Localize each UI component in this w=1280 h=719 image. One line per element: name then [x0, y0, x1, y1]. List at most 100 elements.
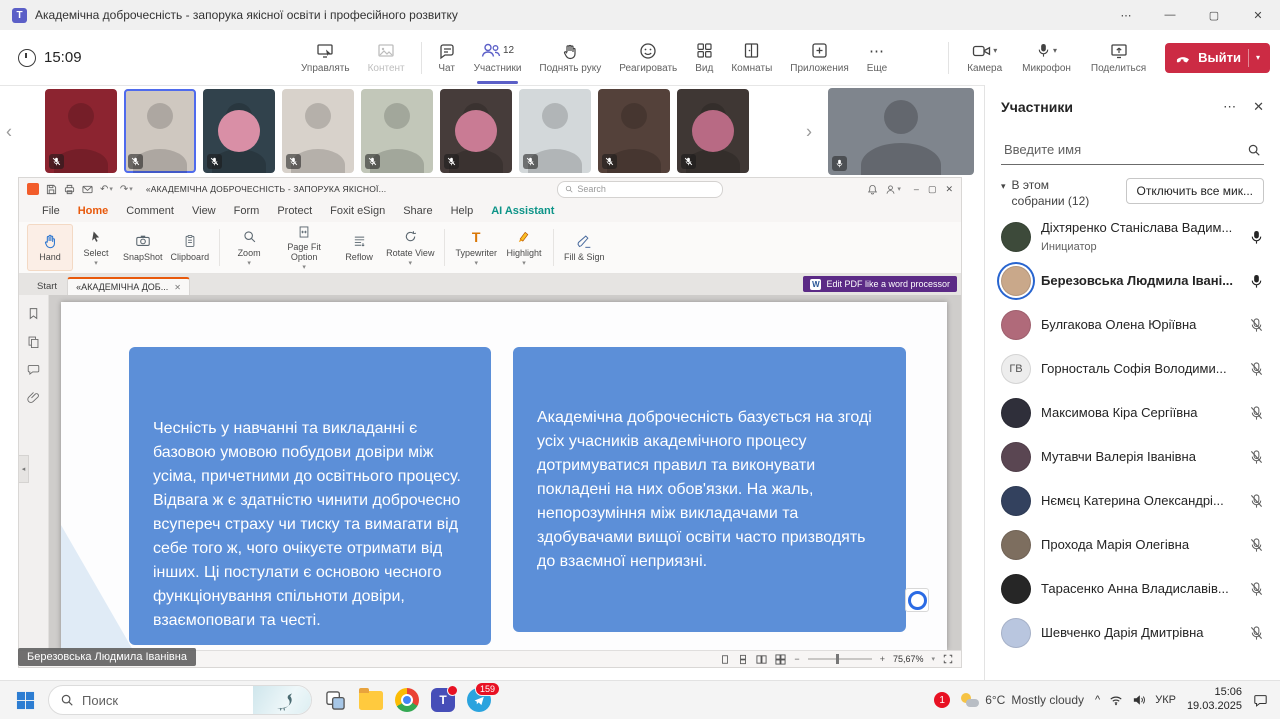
tab-close-icon[interactable]: ✕ [174, 283, 181, 292]
participant-row[interactable]: Булгакова Олена Юріївна [1001, 303, 1264, 347]
search-highlight-image[interactable] [253, 686, 311, 714]
pdf-menu-item[interactable]: View [183, 200, 225, 222]
leave-caret-icon[interactable]: ▾ [1256, 53, 1260, 62]
hidden-icons-chevron[interactable]: ^ [1095, 694, 1100, 706]
edit-pdf-banner[interactable]: WEdit PDF like a word processor [803, 276, 957, 292]
speaker-video-tile[interactable] [828, 88, 974, 175]
video-tile[interactable] [45, 89, 117, 173]
apps-button[interactable]: Приложения [781, 37, 858, 78]
participants-button[interactable]: 12 Участники [465, 37, 531, 78]
page-fit-button[interactable]: Page Fit Option▾ [272, 224, 336, 271]
pdf-menu-item[interactable]: Share [394, 200, 441, 222]
comments-icon[interactable] [27, 363, 40, 376]
participant-row[interactable]: Тарасенко Анна Владиславів... [1001, 567, 1264, 611]
zoom-level[interactable]: 75,67% [893, 654, 924, 664]
strip-scroll-right-icon[interactable]: › [806, 121, 812, 142]
panel-more-icon[interactable]: ⋯ [1223, 99, 1236, 115]
fullscreen-icon[interactable] [943, 654, 953, 664]
weather-widget[interactable]: 6°C Mostly cloudy [961, 693, 1084, 707]
participant-row[interactable]: Прохода Марія Олегівна [1001, 523, 1264, 567]
snapshot-tool-button[interactable]: SnapShot [119, 224, 167, 271]
continuous-view-icon[interactable] [738, 654, 748, 665]
pdf-menu-item[interactable]: Help [442, 200, 483, 222]
reflow-tool-button[interactable]: Reflow [336, 224, 382, 271]
zoom-in-icon[interactable]: + [880, 654, 885, 664]
hand-tool-button[interactable]: Hand [27, 224, 73, 271]
start-button[interactable] [12, 687, 38, 713]
zoom-out-icon[interactable]: − [794, 654, 799, 664]
rotate-view-button[interactable]: Rotate View▾ [382, 224, 438, 271]
participant-row[interactable]: Березовська Людмила Івані... [1001, 259, 1264, 303]
task-view-button[interactable] [322, 687, 348, 713]
grid-view-icon[interactable] [775, 654, 786, 665]
network-icon[interactable] [1109, 694, 1123, 706]
video-tile[interactable] [677, 89, 749, 173]
chrome-button[interactable] [394, 687, 420, 713]
pdf-menu-item[interactable]: Comment [117, 200, 183, 222]
mic-muted-icon[interactable] [1249, 362, 1264, 377]
zoom-caret-icon[interactable]: ▾ [931, 655, 935, 663]
bookmarks-icon[interactable] [27, 307, 40, 320]
notifications-bell-icon[interactable] [867, 184, 878, 195]
camera-button[interactable]: ▾ Камера [958, 37, 1011, 78]
pages-icon[interactable] [27, 335, 40, 348]
language-indicator[interactable]: УКР [1155, 694, 1176, 706]
participant-row[interactable]: Максимова Кіра Сергіївна [1001, 391, 1264, 435]
teams-taskbar-button[interactable]: T [430, 687, 456, 713]
window-more-icon[interactable]: ⋯ [1104, 0, 1148, 30]
participant-row[interactable]: Мутавчи Валерія Іванівна [1001, 435, 1264, 479]
pdf-search-input[interactable]: Search [557, 181, 723, 198]
participant-row[interactable]: ГВ Горносталь Софія Володими... [1001, 347, 1264, 391]
taskbar-search-input[interactable]: Поиск [48, 685, 312, 715]
pdf-menu-item[interactable]: Protect [268, 200, 321, 222]
redo-icon[interactable]: ↷▾ [120, 184, 133, 195]
fill-sign-button[interactable]: Fill & Sign [560, 224, 609, 271]
mic-on-icon[interactable] [1249, 274, 1264, 289]
panel-close-icon[interactable]: ✕ [1253, 99, 1264, 115]
mic-muted-icon[interactable] [1249, 318, 1264, 333]
react-button[interactable]: Реагировать [610, 37, 686, 78]
rail-collapse-handle[interactable]: ◂ [19, 455, 29, 483]
manage-button[interactable]: Управлять [292, 37, 359, 78]
pdf-menu-item[interactable]: File [33, 200, 69, 222]
mic-muted-icon[interactable] [1249, 538, 1264, 553]
clipboard-tool-button[interactable]: Clipboard [167, 224, 214, 271]
video-tile[interactable] [440, 89, 512, 173]
video-tile[interactable] [598, 89, 670, 173]
select-tool-button[interactable]: Select▾ [73, 224, 119, 271]
pdf-restore-icon[interactable]: ▢ [928, 184, 937, 195]
camera-caret-icon[interactable]: ▾ [993, 46, 997, 55]
print-icon[interactable] [64, 184, 75, 195]
video-tile[interactable] [361, 89, 433, 173]
participant-row[interactable]: Шевченко Дарія Дмитрівна [1001, 611, 1264, 655]
document-tab[interactable]: «АКАДЕМІЧНА ДОБ...✕ [67, 277, 190, 295]
undo-icon[interactable]: ↶▾ [100, 184, 113, 195]
pdf-close-icon[interactable]: ✕ [945, 184, 953, 195]
facing-view-icon[interactable] [756, 654, 767, 665]
pdf-minimize-icon[interactable]: – [914, 184, 919, 194]
save-icon[interactable] [46, 184, 57, 195]
pdf-menu-item[interactable]: Home [69, 200, 118, 222]
mute-all-button[interactable]: Отключить все мик... [1126, 178, 1264, 204]
mic-muted-icon[interactable] [1249, 406, 1264, 421]
mic-on-icon[interactable] [1249, 230, 1264, 245]
mic-muted-icon[interactable] [1249, 450, 1264, 465]
account-icon[interactable]: ▾ [885, 184, 901, 195]
section-collapse-icon[interactable]: ▾ [1001, 181, 1006, 192]
video-tile[interactable] [203, 89, 275, 173]
video-tile[interactable] [124, 89, 196, 173]
zoom-slider[interactable] [808, 658, 872, 660]
typewriter-tool-button[interactable]: T Typewriter▾ [451, 224, 501, 271]
participant-row[interactable]: Діхтяренко Станіслава Вадим... Инициатор [1001, 215, 1264, 259]
mic-muted-icon[interactable] [1249, 626, 1264, 641]
mic-muted-icon[interactable] [1249, 582, 1264, 597]
participant-search-input[interactable]: Введите имя [1001, 135, 1264, 165]
content-button[interactable]: Контент [359, 37, 414, 78]
share-button[interactable]: Поделиться [1082, 37, 1155, 78]
window-minimize-icon[interactable]: — [1148, 0, 1192, 30]
attachments-icon[interactable] [27, 391, 40, 404]
pdf-menu-item[interactable]: AI Assistant [482, 200, 563, 222]
raise-hand-button[interactable]: Поднять руку [530, 37, 610, 78]
single-page-view-icon[interactable] [720, 654, 730, 665]
chat-button[interactable]: Чат [429, 37, 465, 78]
